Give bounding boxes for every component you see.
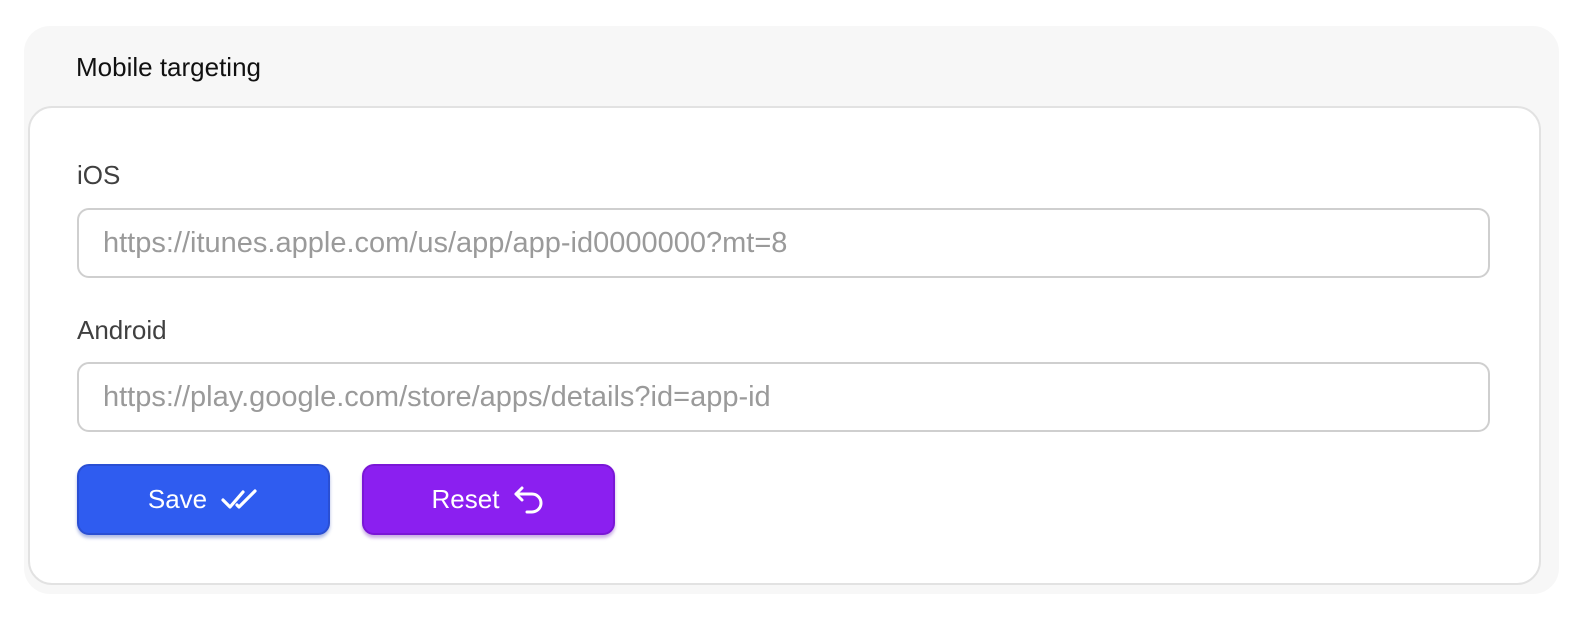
android-url-input[interactable] <box>77 362 1490 432</box>
android-label: Android <box>77 315 167 345</box>
ios-url-input[interactable] <box>77 208 1490 278</box>
panel-title: Mobile targeting <box>76 52 261 82</box>
ios-label: iOS <box>77 160 121 190</box>
mobile-targeting-form: iOS Android Save Reset <box>28 106 1541 585</box>
double-check-icon <box>221 487 259 513</box>
undo-arrow-icon <box>513 485 545 515</box>
mobile-targeting-panel: Mobile targeting iOS Android Save Reset <box>24 26 1559 594</box>
save-button-label: Save <box>147 484 208 514</box>
save-button[interactable]: Save <box>77 464 330 535</box>
reset-button-label: Reset <box>431 484 500 514</box>
reset-button[interactable]: Reset <box>362 464 615 535</box>
